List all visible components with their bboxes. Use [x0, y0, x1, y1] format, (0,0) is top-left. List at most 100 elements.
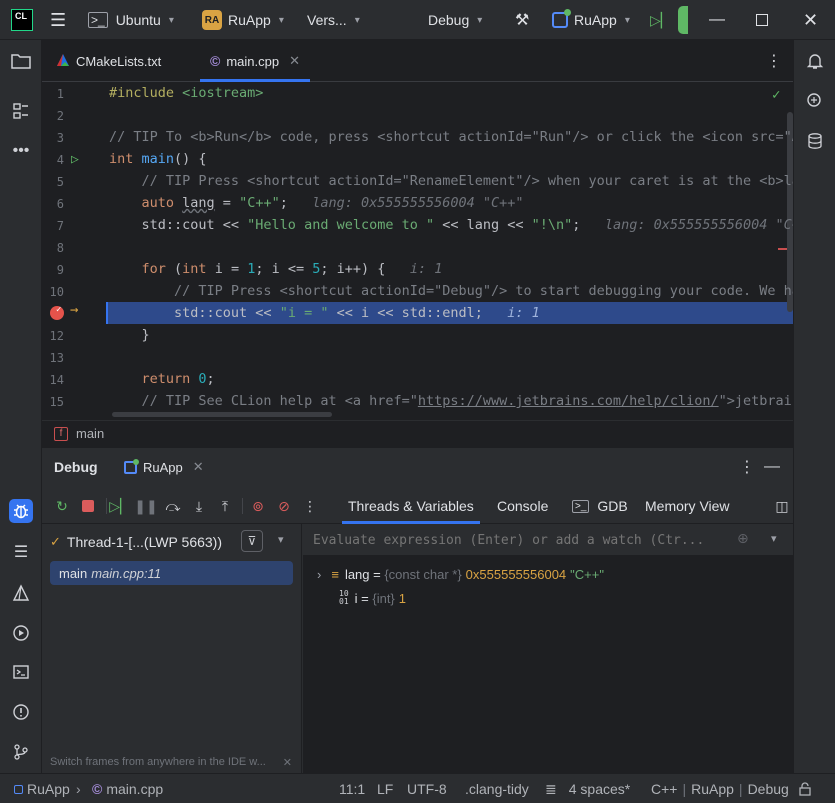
tab-cmakelists[interactable]: CMakeLists.txt	[56, 40, 161, 82]
tab-main-cpp[interactable]: © main.cpp ✕	[200, 40, 310, 82]
hide-window-icon[interactable]: —	[764, 458, 780, 476]
cmake-target-icon	[552, 9, 571, 28]
frame-item[interactable]: main main.cpp:11	[50, 561, 293, 585]
run-gutter-icon[interactable]: ▷	[71, 152, 79, 167]
tab-gdb[interactable]: >_ GDB	[572, 488, 628, 524]
project-folder-icon[interactable]	[9, 49, 33, 73]
variable-row[interactable]: 10 01 i = {int} 1	[339, 588, 406, 608]
project-selector[interactable]: RA RuApp ▾	[202, 0, 284, 40]
expression-bar: ⊕ ▾	[303, 524, 793, 556]
app-logo: CL	[11, 0, 33, 40]
status-encoding[interactable]: UTF-8	[407, 774, 447, 803]
indent-icon: ≣	[545, 780, 557, 797]
status-indent[interactable]: ≣ 4 spaces*	[545, 774, 630, 803]
layout-settings-icon[interactable]: ◫	[772, 496, 792, 516]
view-breakpoints-icon[interactable]: ⊚	[248, 496, 268, 516]
line-number: 8	[56, 241, 64, 255]
variable-row[interactable]: › ≡ lang = {const char *} 0x555555556004…	[317, 564, 604, 584]
line-number: 13	[49, 351, 64, 365]
variable-type: {int}	[372, 590, 395, 606]
thread-selector[interactable]: ✓ Thread-1-[...(LWP 5663))	[50, 530, 250, 554]
more-actions-icon[interactable]: ⋮	[300, 496, 320, 516]
step-into-icon[interactable]: ⤓	[189, 496, 209, 516]
debug-running-indicator[interactable]	[678, 0, 688, 40]
project-badge: RA	[202, 10, 222, 30]
maximize-icon[interactable]	[756, 0, 768, 40]
inline-value-hint: i: 1	[409, 261, 443, 277]
tab-threads-variables[interactable]: Threads & Variables	[342, 488, 480, 524]
status-file[interactable]: © main.cpp	[92, 774, 163, 803]
tab-options-icon[interactable]: ⋮	[766, 40, 782, 82]
chevron-down-icon[interactable]: ▾	[278, 533, 284, 546]
chevron-down-icon[interactable]: ▾	[771, 532, 777, 545]
build-hammer-icon[interactable]: ⚒	[515, 0, 529, 40]
primitive-binary-icon: 10 01	[339, 589, 349, 606]
execution-pointer-arrow-icon: →	[70, 302, 79, 318]
close-window-icon[interactable]: ✕	[803, 0, 818, 40]
close-session-icon[interactable]: ✕	[193, 459, 204, 475]
database-icon[interactable]	[803, 129, 827, 153]
tab-console[interactable]: Console	[497, 488, 548, 524]
cmake-icon	[56, 53, 70, 70]
notifications-bell-icon[interactable]	[803, 49, 827, 73]
expand-arrow-icon[interactable]: ›	[317, 567, 321, 582]
resume-icon[interactable]: ▷▏	[109, 496, 131, 516]
step-out-icon[interactable]: ⤒	[215, 496, 235, 516]
terminal-tool-icon[interactable]	[9, 660, 33, 684]
session-label: RuApp	[143, 459, 183, 475]
tab-memory-view[interactable]: Memory View	[645, 488, 730, 524]
host-selector[interactable]: >_ Ubuntu ▾	[88, 0, 174, 40]
code-line: // TIP To <b>Run</b> code, press <shortc…	[109, 129, 793, 145]
unlock-icon[interactable]	[798, 774, 812, 803]
minimize-icon[interactable]: —	[709, 0, 725, 40]
run-target-selector[interactable]: RuApp ▾	[552, 0, 630, 40]
check-icon: ✓	[50, 534, 61, 549]
variables-panel: ⊕ ▾ › ≡ lang = {const char *} 0x55555555…	[303, 524, 793, 774]
status-line-separator[interactable]: LF	[377, 774, 393, 803]
close-tab-icon[interactable]: ✕	[289, 53, 300, 69]
cmake-triangle-icon[interactable]	[9, 581, 33, 605]
config-selector[interactable]: Debug ▾	[428, 0, 482, 40]
no-problems-check-icon[interactable]: ✓	[772, 87, 780, 103]
debug-options-icon[interactable]: ⋮	[739, 457, 755, 477]
breadcrumb: f main	[42, 420, 793, 446]
editor-horizontal-scrollbar[interactable]	[112, 412, 332, 417]
resume-program-icon[interactable]: ▷▏	[650, 0, 672, 40]
ai-assistant-icon[interactable]	[803, 89, 827, 113]
git-branch-icon[interactable]	[9, 740, 33, 764]
chevron-right-icon: ›	[76, 781, 81, 797]
structure-icon[interactable]	[9, 99, 33, 123]
close-hint-icon[interactable]: ✕	[283, 756, 292, 769]
vcs-selector[interactable]: Vers... ▾	[307, 0, 360, 40]
help-link: https://www.jetbrains.com/help/clion/	[417, 393, 719, 409]
debug-bug-icon[interactable]	[9, 499, 33, 523]
status-context[interactable]: C++ | RuApp | Debug	[651, 774, 789, 803]
line-number: 9	[56, 263, 64, 277]
breadcrumb-function[interactable]: main	[76, 426, 104, 441]
filter-icon[interactable]: ⊽	[241, 530, 263, 552]
code-editor[interactable]: 1 2 3 4 5 6 7 8 9 10 13 12 14 15 ▷ ✓ → ✓…	[42, 82, 793, 420]
line-number: 3	[56, 131, 64, 145]
struct-field-icon: ≡	[331, 566, 339, 582]
step-over-icon[interactable]: ⤼	[163, 496, 183, 516]
log-lines-icon[interactable]: ☰	[9, 540, 33, 564]
code-line: }	[109, 327, 150, 343]
status-linter[interactable]: .clang-tidy	[465, 774, 529, 803]
stop-icon[interactable]	[78, 496, 98, 516]
problems-icon[interactable]	[9, 700, 33, 724]
breakpoint-icon[interactable]: ✓	[50, 305, 64, 320]
mute-breakpoints-icon[interactable]: ⊘	[274, 496, 294, 516]
services-icon[interactable]	[9, 621, 33, 645]
rerun-icon[interactable]: ↻	[52, 496, 72, 516]
more-tools-icon[interactable]: •••	[9, 139, 33, 163]
main-menu-icon[interactable]: ☰	[50, 0, 66, 40]
evaluate-expression-input[interactable]	[313, 530, 713, 550]
pause-icon[interactable]: ❚❚	[134, 496, 157, 516]
add-watch-icon[interactable]: ⊕	[737, 530, 749, 547]
terminal-icon: >_	[88, 12, 108, 28]
status-position[interactable]: 11:1	[339, 774, 365, 803]
code-line: #include <iostream>	[109, 85, 264, 101]
debug-session-tab[interactable]: RuApp ✕	[124, 448, 204, 486]
status-project[interactable]: RuApp	[14, 774, 70, 803]
code-line: // TIP Press <shortcut actionId="RenameE…	[109, 173, 794, 189]
